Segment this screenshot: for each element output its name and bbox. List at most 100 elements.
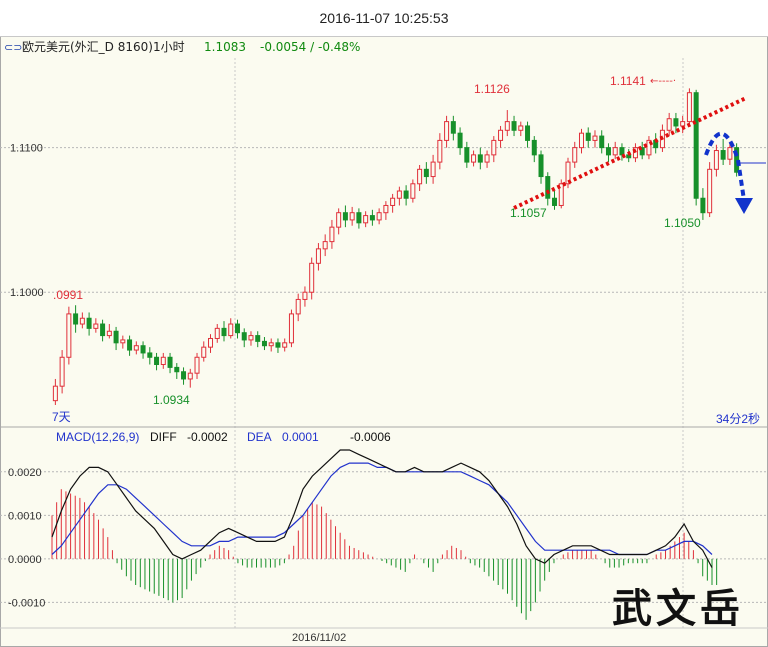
dea-line [51,462,713,556]
candle-body [450,121,456,134]
candle-body [194,356,200,374]
candle-body [390,197,396,206]
candle-body [619,147,625,156]
candle-body [538,154,544,178]
candle-body [315,248,321,264]
candle-body [241,332,247,341]
candle-body [140,345,146,354]
candle-body [160,356,166,366]
macd-dea-label: DEA [247,430,272,444]
candle-body [612,147,618,156]
candle-body [261,340,267,347]
high-label-2: 1.1141 [610,74,646,88]
candle-body [471,154,477,163]
candle-body [208,337,214,348]
candle-body [511,121,517,131]
bottom-left-tag: 7天 [52,410,71,424]
candle-body [464,147,470,163]
macd-tick-label: 0.0020 [8,467,42,479]
candle-body [713,150,719,170]
candle-body [66,313,72,358]
candle-body [430,161,436,178]
macd-tick-label: 0.0000 [8,554,42,566]
timer-label: 34分2秒 [716,412,760,426]
macd-tick-label: 0.0010 [8,510,42,522]
high-arrow-icon: ←----· [650,76,676,87]
candle-body [572,147,578,163]
candle-body [720,150,726,160]
candle-body [174,366,180,373]
candle-body [666,118,672,131]
candle-body [214,327,220,339]
candle-body [578,132,584,149]
macd-tick-label: -0.0010 [8,597,45,609]
candle-body [59,356,65,387]
low-label-3: 1.1050 [664,216,701,230]
candle-body [336,212,342,228]
candle-body [113,330,119,344]
candle-body [727,147,733,160]
candle-body [525,125,531,141]
candle-body [680,121,686,127]
chart-canvas: 1.11001.1000 1.1126 1.1141 ←----· .0991 … [0,58,768,644]
candle-body [700,197,706,214]
candle-body [167,356,173,368]
macd-value: -0.0006 [350,430,391,444]
candle-body [707,168,713,214]
candle-body [329,226,335,243]
candle-body [228,323,234,337]
watermark-text: 武文岳 [612,585,744,632]
candle-body [248,335,254,341]
macd-y-axis: 0.0020 0.0010 0.0000 -0.0010 [8,467,45,610]
candle-body [154,356,160,366]
candle-body [106,330,112,337]
candle-body [686,92,692,123]
candle-body [147,352,153,358]
candle-body [673,118,679,127]
macd-label: MACD(12,26,9) [56,430,139,444]
candle-body [342,212,348,221]
candle-body [599,135,605,149]
candle-body [268,342,274,347]
candle-body [234,323,240,334]
candle-body [491,139,497,156]
candle-body [592,135,598,141]
candle-body [369,215,375,221]
candle-body [322,241,328,250]
high-label-1: 1.1126 [474,82,510,96]
candle-body [221,327,227,337]
candle-body [585,132,591,141]
low-label-2: 1.1057 [510,206,547,220]
candle-body [187,372,193,380]
candle-body [201,346,207,358]
candle-body [552,197,558,206]
macd-diff-value: -0.0002 [187,430,228,444]
candle-body [545,176,551,199]
candle-body [93,323,99,329]
candle-body [457,132,463,149]
macd-dea-value: 0.0001 [282,430,319,444]
y-tick-label: 1.1100 [10,143,43,155]
candle-body [484,154,490,163]
candle-body [86,317,92,329]
macd-grid [0,471,768,603]
candle-body [309,262,315,293]
candle-body [437,139,443,163]
candle-body [444,121,450,141]
candle-body [181,371,187,380]
candle-body [693,92,699,199]
candle-body [79,317,85,325]
candle-body [477,154,483,163]
candle-body [383,204,389,214]
candle-body [255,335,261,342]
candle-body [423,168,429,178]
candle-body [52,385,58,402]
x-axis-date: 2016/11/02 [292,632,346,644]
left-label: .0991 [53,288,83,302]
candle-body [410,183,416,199]
candle-body [73,313,79,325]
candle-body [363,215,369,224]
candle-body [504,121,510,131]
candle-body [100,323,106,337]
candle-body [498,129,504,141]
